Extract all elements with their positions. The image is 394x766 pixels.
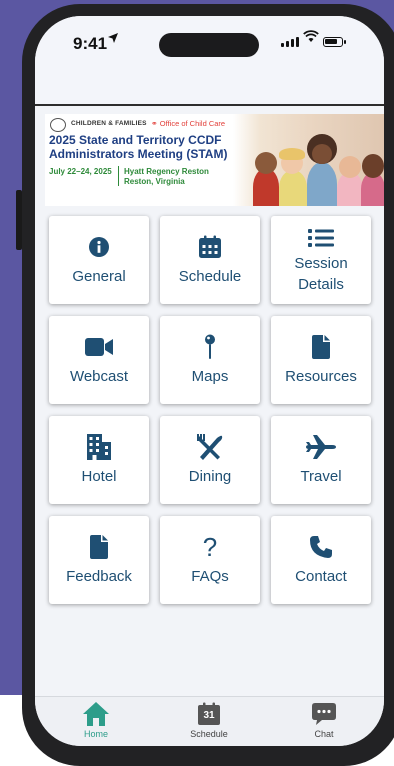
utensils-icon [197, 433, 223, 460]
hhs-logo-icon [50, 118, 66, 132]
header-divider [35, 104, 384, 106]
document-icon [90, 534, 108, 560]
occ-logo-text: ⚭ Office of Child Care [151, 119, 226, 128]
tile-hotel[interactable]: Hotel [49, 416, 149, 504]
tile-resources[interactable]: Resources [271, 316, 371, 404]
question-icon: ? [202, 531, 218, 562]
venue-name: Hyatt Regency Reston [124, 167, 209, 176]
list-icon [308, 225, 334, 251]
children-photo [233, 114, 384, 206]
tile-label: Dining [188, 467, 232, 485]
tab-schedule[interactable]: 31 Schedule [174, 701, 244, 739]
tile-schedule[interactable]: Schedule [160, 216, 260, 304]
status-bar: 9:41 [35, 16, 384, 106]
tile-general[interactable]: General [49, 216, 149, 304]
tile-session-details[interactable]: Session Details [271, 216, 371, 304]
event-venue: Hyatt Regency Reston Reston, Virginia [124, 167, 209, 187]
phone-screen: 9:41 CHILDREN & FAMILIES ⚭ Office of Chi… [35, 16, 384, 746]
tile-label: General [72, 267, 126, 285]
calendar-icon [198, 234, 222, 260]
tile-maps[interactable]: Maps [160, 316, 260, 404]
tile-feedback[interactable]: Feedback [49, 516, 149, 604]
tile-contact[interactable]: Contact [271, 516, 371, 604]
tile-travel[interactable]: Travel [271, 416, 371, 504]
tile-label: Webcast [69, 367, 129, 385]
home-icon [83, 701, 109, 727]
document-icon [312, 334, 330, 360]
tile-label: Resources [285, 367, 357, 385]
tile-label: FAQs [191, 567, 229, 585]
building-icon [86, 433, 112, 460]
venue-city: Reston, Virginia [124, 177, 185, 186]
battery-icon [323, 37, 343, 47]
acf-logo-text: CHILDREN & FAMILIES [71, 120, 147, 127]
video-camera-icon [85, 334, 113, 360]
map-pin-icon [204, 334, 216, 360]
info-icon [89, 234, 109, 260]
banner-divider [118, 166, 119, 186]
event-dates: July 22–24, 2025 [49, 167, 112, 176]
tab-home[interactable]: Home [61, 701, 131, 739]
tile-dining[interactable]: Dining [160, 416, 260, 504]
signal-icon [281, 37, 299, 47]
status-time: 9:41 [73, 34, 108, 53]
tile-label: Feedback [66, 567, 132, 585]
chat-icon [312, 701, 336, 727]
tile-label: Travel [300, 467, 342, 485]
phone-icon [309, 534, 333, 560]
plane-icon [306, 434, 336, 460]
event-title: 2025 State and Territory CCDF Administra… [49, 133, 228, 161]
tab-chat[interactable]: Chat [289, 701, 359, 739]
tile-label: Session Details [294, 255, 348, 293]
tab-bar: Home 31 Schedule Chat [35, 696, 384, 746]
tile-label: Contact [295, 567, 347, 585]
event-banner: CHILDREN & FAMILIES ⚭ Office of Child Ca… [45, 114, 384, 206]
tile-faqs[interactable]: ? FAQs [160, 516, 260, 604]
location-arrow-icon [107, 31, 119, 47]
tab-schedule-label: Schedule [190, 729, 228, 739]
tab-chat-label: Chat [314, 729, 334, 739]
dynamic-island [159, 33, 259, 57]
calendar-day: 31 [203, 710, 215, 721]
tile-webcast[interactable]: Webcast [49, 316, 149, 404]
tile-label: Maps [191, 367, 229, 385]
tile-label: Schedule [178, 267, 242, 285]
calendar-icon: 31 [197, 701, 221, 727]
wifi-icon [303, 30, 319, 47]
tab-home-label: Home [83, 729, 108, 739]
battery-nub [344, 40, 346, 44]
tile-label: Hotel [81, 467, 117, 485]
